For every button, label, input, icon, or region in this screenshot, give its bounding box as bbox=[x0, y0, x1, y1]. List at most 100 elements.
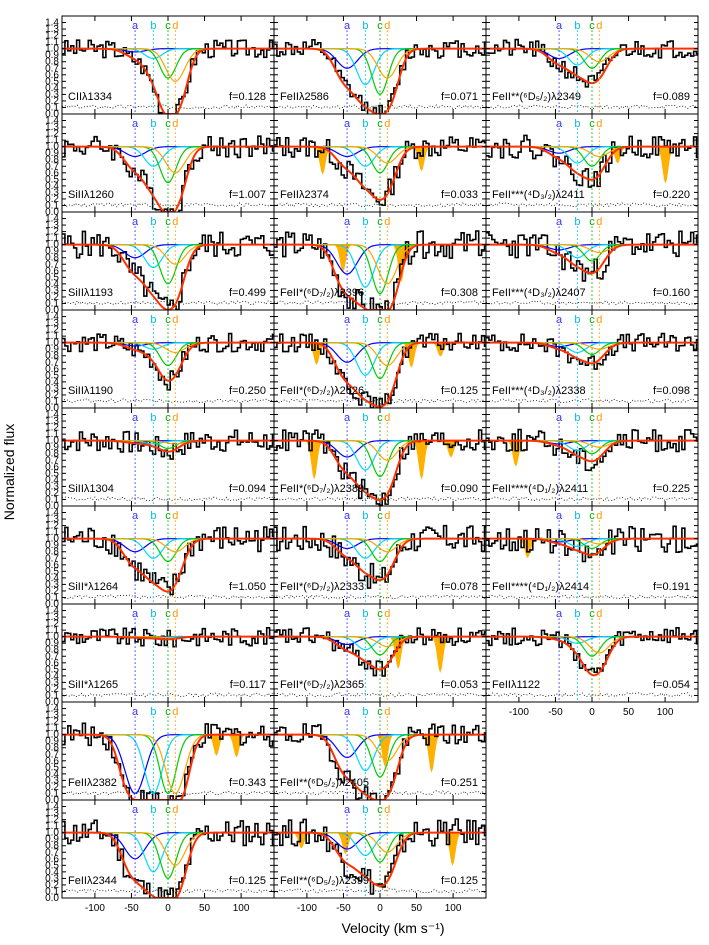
absorption-line-figure: Normalized flux Velocity (km s⁻¹) a b c d0.… bbox=[1, 15, 699, 936]
error-spectrum bbox=[62, 398, 273, 404]
line-label: FeII****(⁴D₁/₂)λ2411 bbox=[492, 483, 588, 495]
flux-data bbox=[274, 230, 486, 310]
panel: a b c d -100 -50 0 50 100 FeIIλ1122 f=0.054 bbox=[485, 603, 699, 718]
component-c-label: c bbox=[377, 510, 383, 522]
line-label: SiII*λ1264 bbox=[68, 581, 118, 593]
line-label: FeIIλ1122 bbox=[492, 679, 540, 691]
component-a-label: a bbox=[344, 804, 351, 816]
component-d-label: d bbox=[384, 118, 390, 130]
panel: a b c d FeII***(⁴D₃/₂)λ2411 f=0.220 bbox=[485, 113, 699, 213]
component-d-label: d bbox=[172, 706, 178, 718]
line-label: FeIIλ2586 bbox=[280, 91, 329, 103]
flux-data bbox=[274, 524, 486, 589]
panel: a b c d0.00.10.20.30.40.50.60.70.80.91.01.1… bbox=[45, 603, 275, 708]
oscillator-strength: f=0.250 bbox=[229, 385, 266, 397]
component-d-label: d bbox=[172, 118, 178, 130]
error-spectrum bbox=[486, 202, 697, 208]
x-tick-label: 100 bbox=[233, 903, 250, 914]
y-tick-label: 1.4 bbox=[45, 410, 59, 421]
line-label: SiIIλ1304 bbox=[68, 483, 114, 495]
component-a-label: a bbox=[344, 412, 351, 424]
component-d-label: d bbox=[596, 216, 602, 228]
component-c-label: c bbox=[165, 804, 171, 816]
component-a-label: a bbox=[556, 216, 563, 228]
line-label: FeII*(⁶D₇/₂)λ2396 bbox=[280, 287, 364, 299]
panel: a b c d0.00.10.20.30.40.50.60.70.80.91.01.1… bbox=[45, 309, 275, 414]
line-label: FeII****(⁴D₁/₂)λ2414 bbox=[492, 581, 589, 593]
line-label: CIIλ1334 bbox=[68, 91, 112, 103]
oscillator-strength: f=0.125 bbox=[441, 385, 478, 397]
component-d-label: d bbox=[384, 608, 390, 620]
component-d-label: d bbox=[172, 216, 178, 228]
oscillator-strength: f=0.094 bbox=[229, 483, 266, 495]
blend-fill bbox=[412, 440, 431, 480]
component-b-label: b bbox=[574, 510, 580, 522]
component-b-profile bbox=[62, 244, 274, 269]
component-a-label: a bbox=[132, 412, 139, 424]
component-d-label: d bbox=[384, 20, 390, 32]
flux-data bbox=[486, 38, 698, 88]
component-d-label: d bbox=[384, 804, 390, 816]
error-spectrum bbox=[274, 790, 485, 796]
component-b-label: b bbox=[574, 216, 580, 228]
component-d-label: d bbox=[172, 20, 178, 32]
error-spectrum bbox=[62, 496, 273, 502]
y-tick-label: 1.4 bbox=[45, 704, 59, 715]
oscillator-strength: f=0.071 bbox=[441, 91, 478, 103]
oscillator-strength: f=0.125 bbox=[229, 875, 266, 887]
panel: a b c d -100 -50 0 50 100 FeII**(⁶D₅/₂)λ2399 f=0.1… bbox=[273, 799, 487, 914]
line-label: FeII**(⁶D₅/₂)λ2399 bbox=[280, 875, 369, 887]
component-c-label: c bbox=[589, 216, 595, 228]
component-b-label: b bbox=[150, 314, 156, 326]
oscillator-strength: f=1.050 bbox=[229, 581, 266, 593]
component-d-label: d bbox=[172, 804, 178, 816]
component-b-label: b bbox=[150, 20, 156, 32]
error-spectrum bbox=[62, 692, 273, 698]
component-b-label: b bbox=[362, 216, 368, 228]
x-tick-label: -50 bbox=[336, 903, 351, 914]
panel: a b c d FeII*(⁶D₇/₂)λ2389 f=0.090 bbox=[273, 407, 487, 507]
component-a-label: a bbox=[556, 314, 563, 326]
line-label: FeII*(⁶D₇/₂)λ2626 bbox=[280, 385, 364, 397]
oscillator-strength: f=0.053 bbox=[441, 679, 478, 691]
panel: a b c d FeIIλ2374 f=0.033 bbox=[273, 113, 487, 213]
component-b-label: b bbox=[150, 804, 156, 816]
y-tick-label: 1.4 bbox=[45, 606, 59, 617]
component-d-label: d bbox=[172, 510, 178, 522]
component-d-label: d bbox=[172, 608, 178, 620]
component-d-label: d bbox=[596, 20, 602, 32]
component-c-label: c bbox=[377, 20, 383, 32]
line-label: FeII**(⁶D₅/₂)λ2405 bbox=[280, 777, 369, 789]
panel: a b c d0.00.10.20.30.40.50.60.70.80.91.01.1… bbox=[45, 701, 275, 806]
line-label: SiIIλ1260 bbox=[68, 189, 114, 201]
error-spectrum bbox=[486, 692, 697, 698]
component-c-label: c bbox=[165, 706, 171, 718]
panel: a b c d FeII*(⁶D₇/₂)λ2396 f=0.308 bbox=[273, 211, 487, 311]
x-tick-label: 0 bbox=[589, 707, 595, 718]
component-b-label: b bbox=[574, 412, 580, 424]
total-fit bbox=[274, 635, 486, 671]
panel: a b c d FeII****(⁴D₁/₂)λ2414 f=0.191 bbox=[485, 505, 699, 605]
component-a-label: a bbox=[344, 20, 351, 32]
component-d-profile bbox=[62, 48, 274, 82]
panel: a b c d FeII*(⁶D₇/₂)λ2333 f=0.078 bbox=[273, 505, 487, 605]
component-c-label: c bbox=[377, 412, 383, 424]
component-c-label: c bbox=[165, 510, 171, 522]
component-b-label: b bbox=[150, 608, 156, 620]
line-label: FeII*(⁶D₇/₂)λ2333 bbox=[280, 581, 364, 593]
oscillator-strength: f=0.225 bbox=[653, 483, 690, 495]
panel: a b c d0.00.10.20.30.40.50.60.70.80.91.01.1… bbox=[45, 15, 275, 120]
component-b-label: b bbox=[150, 118, 156, 130]
y-tick-label: 1.4 bbox=[45, 508, 59, 519]
component-d-label: d bbox=[172, 412, 178, 424]
flux-data bbox=[274, 332, 486, 408]
component-c-label: c bbox=[377, 706, 383, 718]
component-c-label: c bbox=[165, 20, 171, 32]
component-a-label: a bbox=[556, 608, 563, 620]
oscillator-strength: f=0.499 bbox=[229, 287, 266, 299]
error-spectrum bbox=[274, 594, 485, 600]
blend-fill bbox=[442, 440, 460, 458]
component-c-label: c bbox=[165, 216, 171, 228]
x-tick-label: -100 bbox=[297, 903, 317, 914]
component-c-label: c bbox=[165, 412, 171, 424]
